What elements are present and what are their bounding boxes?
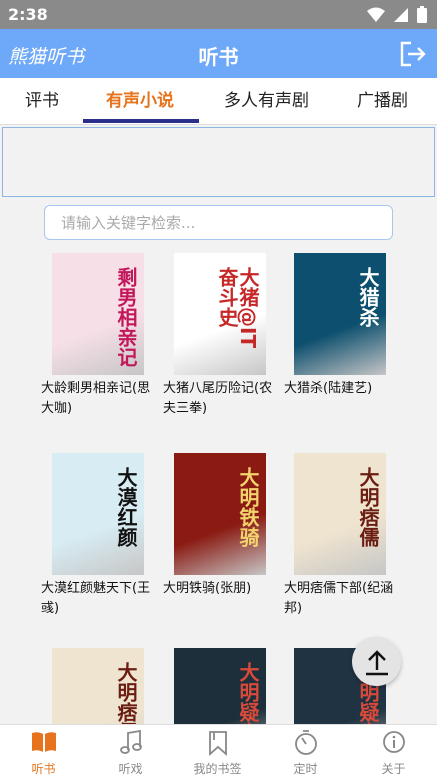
search-box [44, 205, 393, 240]
timer-icon [294, 730, 317, 755]
tab-indicator [83, 119, 199, 123]
signal-icon [394, 7, 408, 22]
book-cover[interactable]: 大猎杀 [294, 253, 386, 375]
banner-area[interactable] [2, 127, 435, 197]
page-title: 听书 [198, 45, 239, 69]
book-title: 大龄剩男相亲记(思大咖) [41, 381, 151, 416]
book-cover-title: 大猎杀 [356, 267, 380, 327]
book-title: 大猪八尾历险记(农夫三拳) [163, 381, 273, 416]
book-title: 大明痞儒下部(纪涵邦) [284, 581, 394, 616]
nav-listen-book[interactable]: 听书 [0, 725, 87, 778]
book-cover-title: 大猪@IT奋斗史 [215, 267, 260, 349]
category-tabs: 评书 有声小说 多人有声剧 广播剧 [0, 78, 437, 125]
app-bar: 熊猫听书 听书 [0, 29, 437, 78]
nav-label: 关于 [381, 762, 406, 776]
book-title: 大漠红颜魅天下(王彧) [41, 581, 151, 616]
book-cover[interactable]: 大明痞儒 [294, 453, 386, 575]
book-title: 大猎杀(陆建艺) [284, 381, 373, 396]
status-bar: 2:38 [0, 0, 437, 29]
tab-radio-drama[interactable]: 广播剧 [357, 86, 408, 111]
search-input[interactable] [45, 206, 392, 239]
arrow-up-icon [365, 649, 388, 675]
scroll-top-button[interactable] [352, 637, 401, 686]
wifi-icon [367, 7, 385, 22]
nav-label: 我的书签 [193, 762, 242, 776]
book-cover-title: 剩男相亲记 [114, 267, 138, 367]
tab-pingshu[interactable]: 评书 [25, 86, 59, 111]
system-icons [367, 6, 427, 23]
nav-bookmarks[interactable]: 我的书签 [174, 725, 261, 778]
nav-about[interactable]: 关于 [350, 725, 437, 778]
nav-label: 定时 [293, 762, 318, 776]
tab-multi-cast-drama[interactable]: 多人有声剧 [224, 86, 309, 111]
book-cover[interactable]: 剩男相亲记 [52, 253, 144, 375]
battery-icon [417, 6, 427, 23]
book-open-icon [31, 732, 56, 752]
logout-button[interactable] [399, 41, 427, 71]
book-cover[interactable]: 大漠红颜 [52, 453, 144, 575]
tab-audio-novel[interactable]: 有声小说 [106, 86, 174, 111]
status-time: 2:38 [8, 5, 48, 24]
book-cover-title: 大漠红颜 [114, 467, 138, 547]
bottom-nav: 听书 听戏 我的书签 定时 关于 [0, 724, 437, 778]
info-icon [382, 731, 405, 753]
book-cover[interactable]: 大猪@IT奋斗史 [174, 253, 266, 375]
nav-listen-opera[interactable]: 听戏 [87, 725, 174, 778]
nav-label: 听戏 [118, 762, 143, 776]
book-cover-title: 大明痞儒 [356, 467, 380, 547]
book-cover-title: 大明铁骑 [236, 467, 260, 547]
bookmark-icon [208, 731, 227, 756]
nav-timer[interactable]: 定时 [262, 725, 349, 778]
book-title: 大明铁骑(张朋) [163, 581, 252, 596]
logout-icon [400, 41, 426, 67]
music-note-icon [119, 730, 142, 754]
book-cover[interactable]: 大明铁骑 [174, 453, 266, 575]
nav-label: 听书 [31, 762, 56, 776]
